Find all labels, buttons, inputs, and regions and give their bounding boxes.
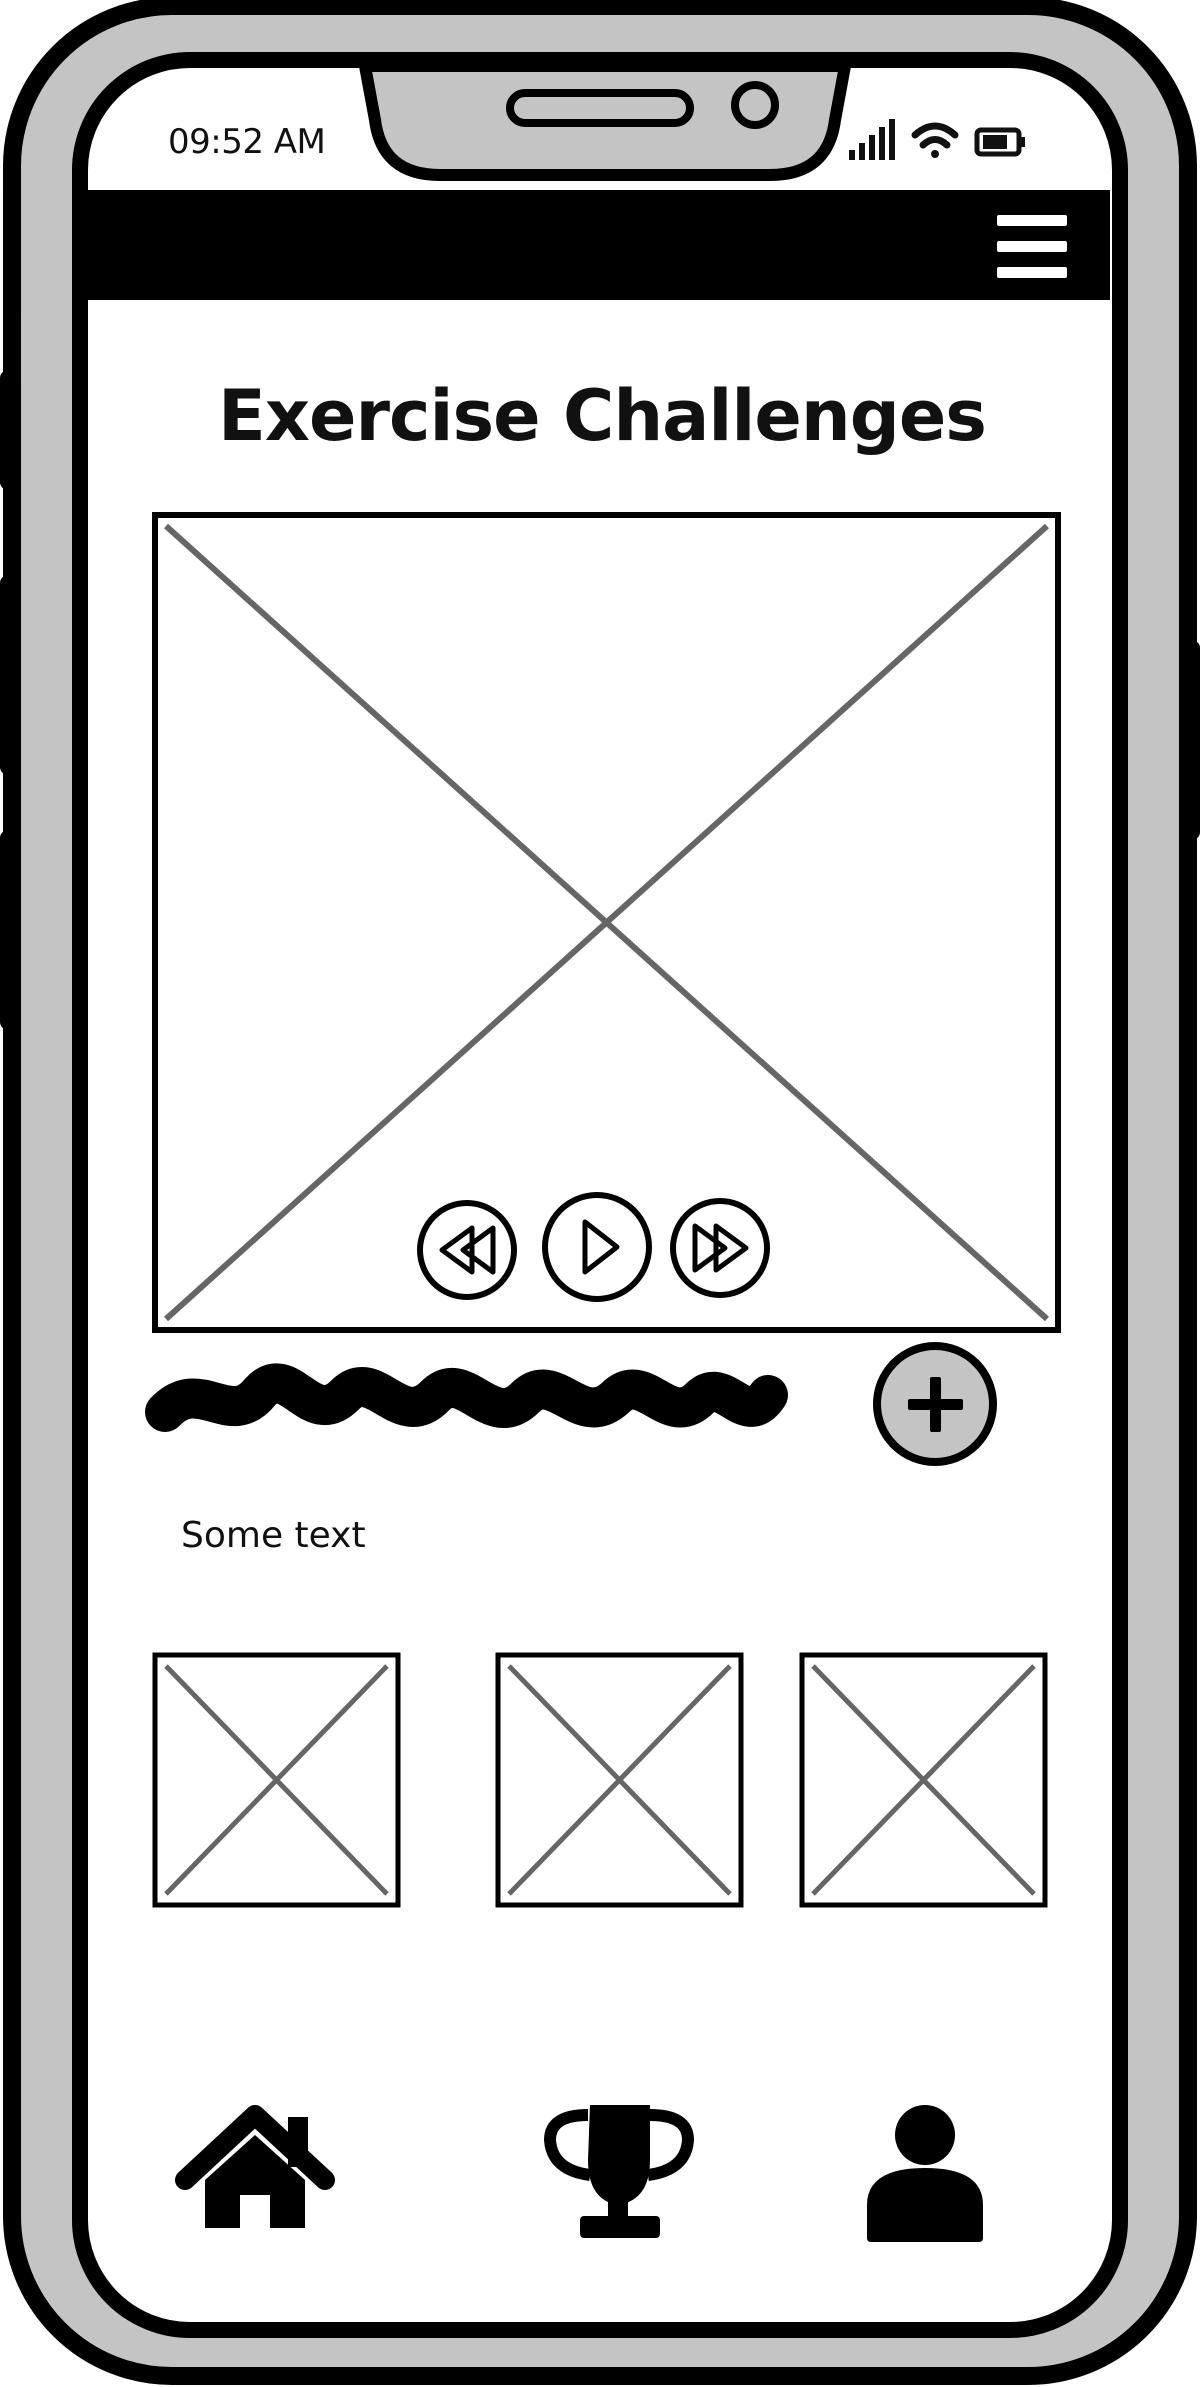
top-app-bar: [88, 190, 1110, 300]
thumbnail-3[interactable]: [802, 1655, 1045, 1905]
play-button[interactable]: [545, 1195, 649, 1299]
add-button[interactable]: [877, 1346, 993, 1462]
speaker-slot: [506, 89, 694, 127]
thumbnail-2[interactable]: [498, 1655, 741, 1905]
menu-button[interactable]: [988, 205, 1078, 290]
thumbnail-1[interactable]: [155, 1655, 398, 1905]
status-time: 09:52 AM: [168, 122, 326, 162]
body-text: Some text: [181, 1515, 366, 1556]
nav-home-button[interactable]: [178, 2100, 333, 2240]
nav-challenges-button[interactable]: [540, 2095, 700, 2245]
scribble-heading: [145, 1363, 788, 1432]
front-camera: [731, 81, 779, 129]
video-player[interactable]: [155, 515, 1058, 1195]
nav-profile-button[interactable]: [858, 2095, 993, 2245]
page-title: Exercise Challenges: [218, 375, 987, 457]
rewind-button[interactable]: [420, 1203, 514, 1297]
phone-mockup: 09:52 AM Exercise Challenges Some text: [0, 0, 1200, 2387]
fast-forward-button[interactable]: [673, 1201, 767, 1295]
